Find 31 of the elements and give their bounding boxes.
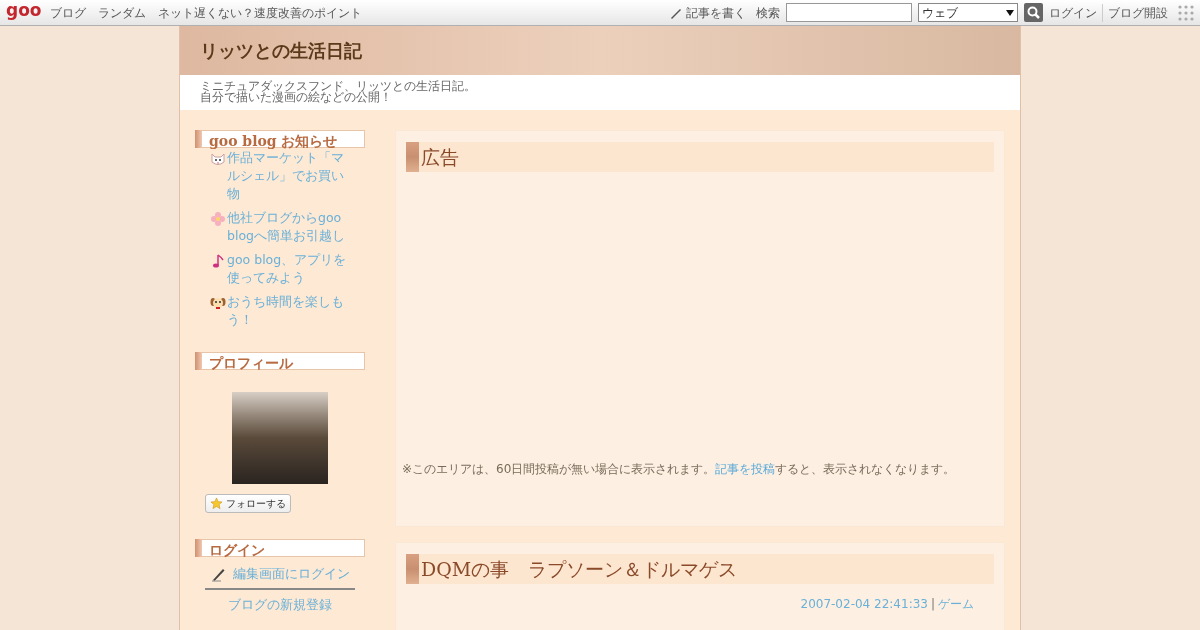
dropdown-caret-icon [1006, 8, 1014, 17]
meta-separator: | [930, 596, 935, 613]
pen-icon [210, 566, 227, 583]
ad-notice: ※このエリアは、60日間投稿が無い場合に表示されます。記事を投稿すると、表示されなくなります。 [402, 461, 957, 478]
nav-link[interactable]: ネット遅くない？速度改善のポイント [157, 3, 362, 22]
search-label: 検索 [756, 4, 780, 22]
flower-icon [210, 211, 226, 227]
search-icon [1027, 6, 1040, 19]
section-title: プロフィール [195, 352, 365, 370]
dog-face-icon [210, 295, 226, 311]
star-icon [210, 497, 223, 510]
write-post-link[interactable]: 記事を書く [686, 3, 746, 22]
follow-button[interactable]: フォローする [205, 494, 291, 513]
blog-description: ミニチュアダックスフンド、リッツとの生活日記。 [200, 81, 477, 92]
search-button[interactable] [1024, 3, 1043, 22]
goo-logo[interactable]: goo [6, 2, 42, 19]
apps-grid-icon[interactable] [1178, 4, 1194, 21]
nav-link[interactable]: ブログ [49, 3, 86, 22]
section-title: goo blog お知らせ [195, 130, 365, 148]
nav-link[interactable]: ランダム [97, 3, 146, 22]
blog-title[interactable]: リッツとの生活日記 [200, 37, 362, 64]
music-note-icon [210, 253, 226, 269]
post-title: DQMの事 ラプソーン＆ドルマゲス [406, 554, 994, 584]
blog-description: 自分で描いた漫画の絵などの公開！ [200, 92, 393, 103]
section-title: 広告 [406, 142, 994, 172]
search-scope-dropdown[interactable]: ウェブ [918, 3, 1018, 22]
search-field[interactable] [786, 3, 912, 22]
cat-face-icon [210, 151, 226, 167]
create-blog-link[interactable]: ブログ開設 [1108, 3, 1168, 22]
section-title: ログイン [195, 539, 365, 557]
login-link[interactable]: ログイン [1049, 3, 1103, 22]
